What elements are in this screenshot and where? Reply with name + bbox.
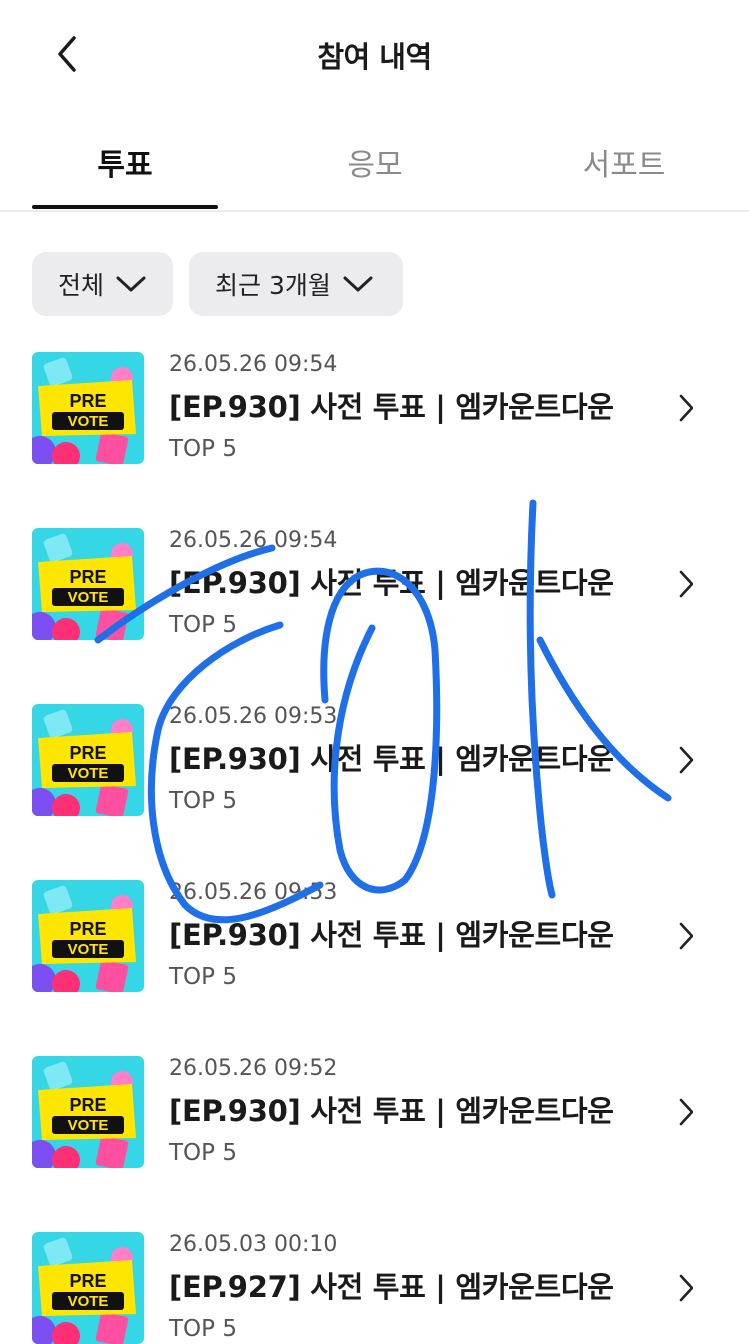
vote-title: [EP.930] 사전 투표 | 엠카운트다운 bbox=[169, 918, 614, 952]
tab-entry[interactable]: 응모 bbox=[282, 140, 468, 184]
svg-text:PRE: PRE bbox=[69, 919, 106, 939]
svg-text:VOTE: VOTE bbox=[68, 765, 109, 782]
pre-vote-thumbnail: PRE VOTE bbox=[32, 704, 144, 816]
vote-category: TOP 5 bbox=[169, 788, 237, 814]
svg-text:VOTE: VOTE bbox=[68, 413, 109, 430]
list-item[interactable]: PRE VOTE 26.05.26 09:54 [EP.930] 사전 투표 |… bbox=[0, 528, 749, 640]
chevron-down-icon bbox=[343, 275, 373, 293]
pre-vote-thumbnail: PRE VOTE bbox=[32, 1056, 144, 1168]
list-item[interactable]: PRE VOTE 26.05.03 00:10 [EP.927] 사전 투표 |… bbox=[0, 1232, 749, 1344]
participation-date: 26.05.03 00:10 bbox=[169, 1232, 338, 1257]
pre-vote-thumbnail: PRE VOTE bbox=[32, 1232, 144, 1344]
list-item[interactable]: PRE VOTE 26.05.26 09:54 [EP.930] 사전 투표 |… bbox=[0, 352, 749, 464]
svg-text:VOTE: VOTE bbox=[68, 1293, 109, 1310]
list-item[interactable]: PRE VOTE 26.05.26 09:52 [EP.930] 사전 투표 |… bbox=[0, 1056, 749, 1168]
filter-period-dropdown[interactable]: 최근 3개월 bbox=[189, 252, 403, 316]
participation-date: 26.05.26 09:52 bbox=[169, 1056, 338, 1081]
filter-period-label: 최근 3개월 bbox=[215, 271, 331, 300]
svg-text:PRE: PRE bbox=[69, 1271, 106, 1291]
chevron-right-icon bbox=[679, 1098, 694, 1126]
svg-text:PRE: PRE bbox=[69, 743, 106, 763]
svg-text:PRE: PRE bbox=[69, 391, 106, 411]
svg-text:PRE: PRE bbox=[69, 1095, 106, 1115]
filter-type-label: 전체 bbox=[58, 271, 105, 300]
page-title: 참여 내역 bbox=[317, 40, 432, 74]
svg-text:VOTE: VOTE bbox=[68, 941, 109, 958]
svg-text:VOTE: VOTE bbox=[68, 589, 109, 606]
vote-title: [EP.927] 사전 투표 | 엠카운트다운 bbox=[169, 1270, 614, 1304]
pre-vote-thumbnail: PRE VOTE bbox=[32, 528, 144, 640]
chevron-right-icon bbox=[679, 1274, 694, 1302]
participation-date: 26.05.26 09:53 bbox=[169, 880, 338, 905]
chevron-down-icon bbox=[116, 275, 146, 293]
participation-date: 26.05.26 09:53 bbox=[169, 704, 338, 729]
svg-text:VOTE: VOTE bbox=[68, 1117, 109, 1134]
vote-title: [EP.930] 사전 투표 | 엠카운트다운 bbox=[169, 1094, 614, 1128]
vote-category: TOP 5 bbox=[169, 612, 237, 638]
filter-type-dropdown[interactable]: 전체 bbox=[32, 252, 173, 316]
vote-category: TOP 5 bbox=[169, 1140, 237, 1166]
vote-category: TOP 5 bbox=[169, 1316, 237, 1342]
participation-date: 26.05.26 09:54 bbox=[169, 352, 338, 377]
chevron-right-icon bbox=[679, 922, 694, 950]
list-item[interactable]: PRE VOTE 26.05.26 09:53 [EP.930] 사전 투표 |… bbox=[0, 704, 749, 816]
chevron-right-icon bbox=[679, 570, 694, 598]
list-item[interactable]: PRE VOTE 26.05.26 09:53 [EP.930] 사전 투표 |… bbox=[0, 880, 749, 992]
svg-text:PRE: PRE bbox=[69, 567, 106, 587]
pre-vote-thumbnail: PRE VOTE bbox=[32, 880, 144, 992]
vote-category: TOP 5 bbox=[169, 436, 237, 462]
chevron-right-icon bbox=[679, 394, 694, 422]
chevron-right-icon bbox=[679, 746, 694, 774]
app-header: 참여 내역 bbox=[0, 0, 749, 110]
participation-date: 26.05.26 09:54 bbox=[169, 528, 338, 553]
active-tab-indicator bbox=[32, 205, 218, 209]
pre-vote-thumbnail: PRE VOTE bbox=[32, 352, 144, 464]
vote-title: [EP.930] 사전 투표 | 엠카운트다운 bbox=[169, 742, 614, 776]
vote-title: [EP.930] 사전 투표 | 엠카운트다운 bbox=[169, 566, 614, 600]
vote-category: TOP 5 bbox=[169, 964, 237, 990]
tab-support[interactable]: 서포트 bbox=[531, 140, 717, 184]
tab-vote[interactable]: 투표 bbox=[32, 140, 218, 184]
tab-bar: 투표 응모 서포트 bbox=[0, 120, 749, 212]
vote-title: [EP.930] 사전 투표 | 엠카운트다운 bbox=[169, 390, 614, 424]
